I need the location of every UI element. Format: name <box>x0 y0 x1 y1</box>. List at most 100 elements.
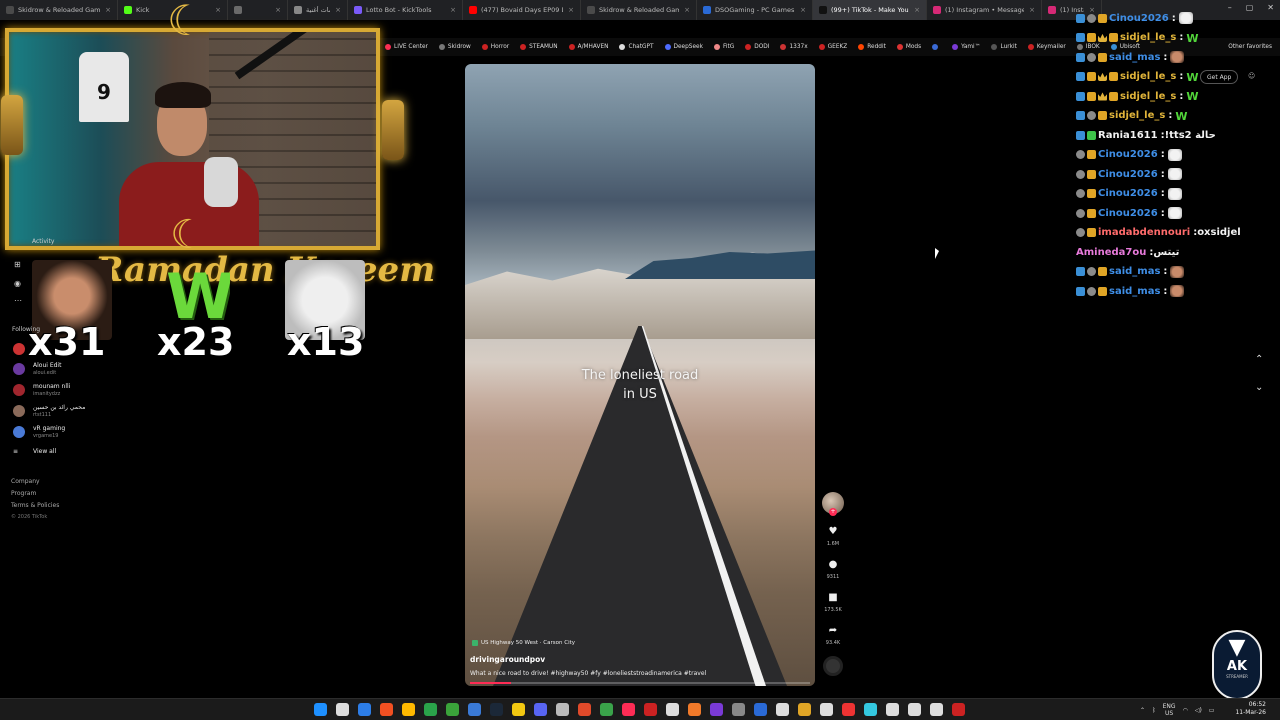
taskbar-app-icon[interactable] <box>402 703 415 716</box>
bookmark-item[interactable]: Lurkit <box>991 44 1017 50</box>
scroll-down-icon[interactable]: ⌄ <box>1255 382 1263 393</box>
share-icon[interactable]: ➦ <box>829 626 837 636</box>
comment-icon[interactable]: ● <box>829 560 838 570</box>
video-player[interactable]: The loneliest road in US US Highway 50 W… <box>465 64 815 686</box>
following-account[interactable] <box>13 342 33 355</box>
chat-username[interactable]: sidjel_le_s <box>1120 91 1176 102</box>
get-app-button[interactable]: Get App <box>1200 70 1239 84</box>
video-author[interactable]: drivingaroundpov <box>470 655 545 664</box>
tray-chevron-icon[interactable]: ⌃ <box>1140 707 1145 714</box>
browser-tab[interactable]: طلب كلمات أغنية × <box>288 0 348 20</box>
bookmark-item[interactable]: GEEKZ <box>818 44 847 50</box>
taskbar-app-icon[interactable] <box>952 703 965 716</box>
bookmark-item[interactable]: Horror <box>481 44 509 50</box>
taskbar-app-icon[interactable] <box>622 703 635 716</box>
bookmark-item[interactable]: ChatGPT <box>619 44 654 50</box>
taskbar-app-icon[interactable] <box>754 703 767 716</box>
tab-close-icon[interactable]: × <box>568 6 574 14</box>
taskbar-app-icon[interactable] <box>644 703 657 716</box>
tab-close-icon[interactable]: × <box>800 6 806 14</box>
language-indicator[interactable]: ENG US <box>1163 703 1176 717</box>
taskbar-app-icon[interactable] <box>842 703 855 716</box>
bookmark-item[interactable] <box>932 44 941 50</box>
clock[interactable]: 06:52 11-Mar-26 <box>1235 701 1266 717</box>
bookmark-item[interactable]: Skidrow <box>438 44 471 50</box>
chat-username[interactable]: said_mas <box>1109 52 1160 63</box>
taskbar-app-icon[interactable] <box>512 703 525 716</box>
wifi-icon[interactable]: ◠ <box>1183 707 1188 714</box>
taskbar-app-icon[interactable] <box>776 703 789 716</box>
bookmark-item[interactable]: DODI <box>745 44 769 50</box>
taskbar-app-icon[interactable] <box>864 703 877 716</box>
browser-tab[interactable]: (1) Instagram • Messages × <box>927 0 1042 20</box>
tab-close-icon[interactable]: × <box>335 6 341 14</box>
taskbar-app-icon[interactable] <box>468 703 481 716</box>
taskbar-app-icon[interactable] <box>930 703 943 716</box>
chat-username[interactable]: sidjel_le_s <box>1120 32 1176 43</box>
taskbar-app-icon[interactable] <box>534 703 547 716</box>
taskbar-app-icon[interactable] <box>688 703 701 716</box>
taskbar-app-icon[interactable] <box>886 703 899 716</box>
tab-close-icon[interactable]: × <box>215 6 221 14</box>
more-icon[interactable]: ⋯ <box>14 296 22 305</box>
bookmark-item[interactable]: Mods <box>896 44 921 50</box>
bookmark-item[interactable]: FitG <box>713 44 734 50</box>
other-favorites-button[interactable]: Other favorites <box>1228 44 1272 50</box>
following-account[interactable]: mounam nlli imanitydzz <box>13 383 70 398</box>
taskbar-app-icon[interactable] <box>358 703 371 716</box>
taskbar-app-icon[interactable] <box>336 703 349 716</box>
following-account[interactable]: Aloui Edit aloui.edit <box>13 362 61 377</box>
chat-username[interactable]: imadabdennouri <box>1098 227 1190 238</box>
following-account[interactable]: vR gaming vrgame19 <box>13 425 65 440</box>
tab-close-icon[interactable]: × <box>684 6 690 14</box>
author-avatar[interactable]: + <box>822 492 844 516</box>
bookmark-item[interactable]: DeepSeek <box>664 44 703 50</box>
browser-tab[interactable]: Lotto Bot - KickTools × <box>348 0 463 20</box>
chat-username[interactable]: Cinou2026 <box>1109 13 1169 24</box>
chat-username[interactable]: Cinou2026 <box>1098 169 1158 180</box>
taskbar-app-icon[interactable] <box>578 703 591 716</box>
follow-plus-icon[interactable]: + <box>829 508 837 516</box>
taskbar-app-icon[interactable] <box>666 703 679 716</box>
following-account[interactable]: محمي رائد بن حسين rtst111 <box>13 404 85 419</box>
chat-username[interactable]: said_mas <box>1109 286 1160 297</box>
taskbar-app-icon[interactable] <box>556 703 569 716</box>
browser-tab[interactable]: (477) Bovaid Days EP09 Docteur × <box>463 0 581 20</box>
scroll-up-icon[interactable]: ⌃ <box>1255 354 1263 365</box>
chat-username[interactable]: Cinou2026 <box>1098 149 1158 160</box>
bookmark-item[interactable]: 1337x <box>780 44 808 50</box>
tab-close-icon[interactable]: × <box>914 6 920 14</box>
bluetooth-icon[interactable]: ᛒ <box>1152 707 1156 714</box>
taskbar-app-icon[interactable] <box>380 703 393 716</box>
tab-close-icon[interactable]: × <box>105 6 111 14</box>
upload-icon[interactable]: ⊞ <box>14 260 21 269</box>
volume-icon[interactable]: ◁) <box>1195 707 1202 714</box>
taskbar-app-icon[interactable] <box>908 703 921 716</box>
video-progress-bar[interactable] <box>470 682 810 684</box>
chat-username[interactable]: Cinou2026 <box>1098 208 1158 219</box>
bookmark-item[interactable]: Reddit <box>858 44 886 50</box>
taskbar-app-icon[interactable] <box>798 703 811 716</box>
chat-username[interactable]: said_mas <box>1109 266 1160 277</box>
chat-username[interactable]: Amineda7ou <box>1076 247 1146 258</box>
live-icon[interactable]: ◉ <box>14 279 21 288</box>
browser-tab[interactable]: Skidrow & Reloaded Games – D × <box>0 0 118 20</box>
footer-company-link[interactable]: Company <box>11 478 40 485</box>
browser-tab[interactable]: (99+) TikTok - Make Your Day × <box>813 0 927 20</box>
taskbar-app-icon[interactable] <box>446 703 459 716</box>
footer-program-link[interactable]: Program <box>11 490 36 497</box>
music-disc-icon[interactable] <box>823 656 843 676</box>
heart-icon[interactable]: ♥ <box>829 527 838 537</box>
bookmark-icon[interactable]: ■ <box>828 593 837 603</box>
chat-username[interactable]: sidjel_le_s <box>1109 110 1165 121</box>
taskbar-app-icon[interactable] <box>490 703 503 716</box>
chat-username[interactable]: sidjel_le_s <box>1120 71 1176 82</box>
bookmark-item[interactable]: A/MHAVEN <box>568 44 608 50</box>
browser-tab[interactable]: Skidrow & Reloaded Games – P × <box>581 0 697 20</box>
browser-tab[interactable]: DSOGaming - PC Games News, S × <box>697 0 813 20</box>
bookmark-item[interactable]: Yami™ <box>952 44 980 50</box>
browser-tab[interactable]: × <box>228 0 288 20</box>
chat-username[interactable]: Rania1611 <box>1098 130 1158 141</box>
battery-icon[interactable]: ▭ <box>1209 707 1215 714</box>
tab-close-icon[interactable]: × <box>275 6 281 14</box>
